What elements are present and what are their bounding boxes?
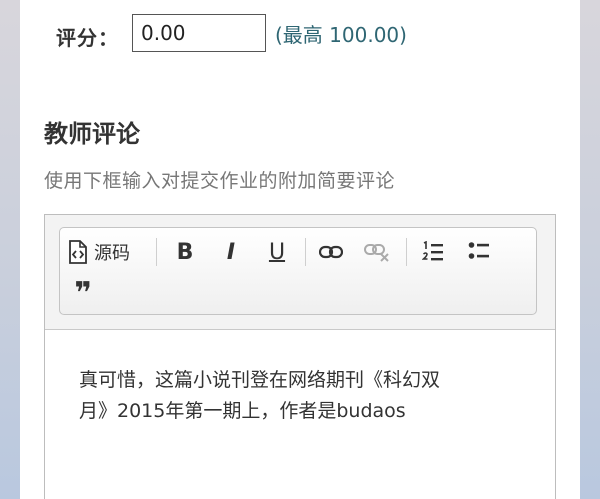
editor-content[interactable]: 真可惜，这篇小说刊登在网络期刊《科幻双 月》2015年第一期上，作者是budao…: [79, 365, 519, 427]
toolbar-separator: [156, 238, 157, 266]
blockquote-button[interactable]: ❞: [66, 278, 100, 310]
italic-icon: I: [226, 239, 236, 265]
editor-toolbar: 源码 B I U ❞: [59, 227, 537, 315]
grading-panel: 评分： (最高 100.00) 教师评论 使用下框输入对提交作业的附加简要评论: [20, 0, 580, 499]
numbered-list-icon: [422, 241, 444, 263]
toolbar-separator: [406, 238, 407, 266]
rich-text-editor: 源码 B I U ❞ 真可惜，这篇小说刊登在网络期刊《科幻双 月》2015年第一…: [44, 214, 556, 499]
italic-button[interactable]: I: [214, 236, 248, 268]
toolbar-separator: [305, 238, 306, 266]
numbered-list-button[interactable]: [416, 236, 450, 268]
bulleted-list-button[interactable]: [462, 236, 496, 268]
grade-max-hint: (最高 100.00): [275, 23, 407, 47]
grade-row: 评分： (最高 100.00): [56, 14, 556, 56]
bold-icon: B: [176, 239, 194, 265]
underline-button[interactable]: U: [260, 236, 294, 268]
link-button[interactable]: [314, 236, 348, 268]
link-icon: [319, 245, 343, 259]
unlink-button[interactable]: [360, 236, 394, 268]
source-code-icon: [68, 240, 88, 264]
blockquote-icon: ❞: [74, 276, 92, 311]
feedback-description: 使用下框输入对提交作业的附加简要评论: [44, 170, 396, 192]
content-line: 真可惜，这篇小说刊登在网络期刊《科幻双: [79, 369, 441, 391]
grade-input[interactable]: [132, 14, 266, 52]
source-button-label: 源码: [94, 243, 130, 264]
content-line: 月》2015年第一期上，作者是budaos: [79, 400, 406, 422]
source-button[interactable]: 源码: [68, 236, 130, 268]
grade-label: 评分：: [56, 26, 119, 50]
feedback-title: 教师评论: [44, 120, 140, 148]
bold-button[interactable]: B: [168, 236, 202, 268]
bulleted-list-icon: [468, 241, 490, 263]
editor-toolbar-area: 源码 B I U ❞: [45, 215, 555, 330]
unlink-icon: [364, 242, 390, 262]
underline-icon: U: [268, 239, 286, 265]
